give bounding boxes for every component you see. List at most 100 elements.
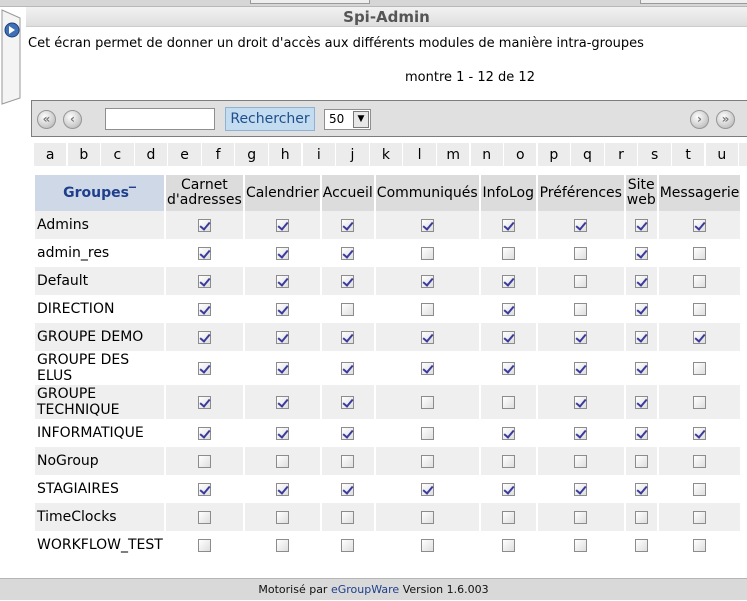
permission-checkbox[interactable]	[275, 361, 289, 375]
permission-checkbox[interactable]	[420, 454, 434, 468]
chevron-down-icon[interactable]: ▼	[353, 111, 369, 128]
permission-checkbox[interactable]	[501, 361, 515, 375]
permission-checkbox[interactable]	[420, 538, 434, 552]
letter-filter-d[interactable]: d	[134, 143, 168, 167]
sidebar-toggle-tab[interactable]	[0, 8, 26, 106]
permission-checkbox[interactable]	[420, 218, 434, 232]
permission-checkbox[interactable]	[420, 330, 434, 344]
permission-checkbox[interactable]	[634, 482, 648, 496]
per-page-select[interactable]: 50 ▼	[324, 109, 371, 130]
permission-checkbox[interactable]	[634, 426, 648, 440]
permission-checkbox[interactable]	[634, 302, 648, 316]
permission-checkbox[interactable]	[501, 510, 515, 524]
permission-checkbox[interactable]	[420, 426, 434, 440]
permission-checkbox[interactable]	[197, 426, 211, 440]
permission-checkbox[interactable]	[634, 246, 648, 260]
permission-checkbox[interactable]	[420, 482, 434, 496]
permission-checkbox[interactable]	[275, 330, 289, 344]
permission-checkbox[interactable]	[634, 454, 648, 468]
permission-checkbox[interactable]	[693, 302, 707, 316]
column-header-groupes[interactable]: Groupes▔	[35, 175, 164, 211]
permission-checkbox[interactable]	[341, 454, 355, 468]
permission-checkbox[interactable]	[634, 395, 648, 409]
letter-filter-a[interactable]: a	[34, 143, 67, 167]
letter-filter-h[interactable]: h	[269, 143, 302, 167]
permission-checkbox[interactable]	[574, 218, 588, 232]
permission-checkbox[interactable]	[693, 454, 707, 468]
permission-checkbox[interactable]	[501, 426, 515, 440]
permission-checkbox[interactable]	[420, 510, 434, 524]
letter-filter-q[interactable]: q	[571, 143, 604, 167]
permission-checkbox[interactable]	[693, 395, 707, 409]
permission-checkbox[interactable]	[574, 510, 588, 524]
permission-checkbox[interactable]	[634, 538, 648, 552]
permission-checkbox[interactable]	[275, 538, 289, 552]
permission-checkbox[interactable]	[275, 246, 289, 260]
permission-checkbox[interactable]	[275, 395, 289, 409]
permission-checkbox[interactable]	[574, 395, 588, 409]
letter-filter-c[interactable]: c	[101, 143, 134, 167]
permission-checkbox[interactable]	[197, 218, 211, 232]
permission-checkbox[interactable]	[341, 218, 355, 232]
permission-checkbox[interactable]	[341, 302, 355, 316]
permission-checkbox[interactable]	[420, 302, 434, 316]
permission-checkbox[interactable]	[420, 246, 434, 260]
permission-checkbox[interactable]	[574, 274, 588, 288]
permission-checkbox[interactable]	[634, 510, 648, 524]
permission-checkbox[interactable]	[275, 302, 289, 316]
permission-checkbox[interactable]	[197, 454, 211, 468]
permission-checkbox[interactable]	[693, 510, 707, 524]
permission-checkbox[interactable]	[634, 274, 648, 288]
letter-filter-s[interactable]: s	[638, 143, 671, 167]
permission-checkbox[interactable]	[341, 395, 355, 409]
permission-checkbox[interactable]	[275, 426, 289, 440]
permission-checkbox[interactable]	[197, 330, 211, 344]
letter-filter-i[interactable]: i	[302, 143, 336, 167]
permission-checkbox[interactable]	[501, 538, 515, 552]
letter-filter-o[interactable]: o	[504, 143, 537, 167]
permission-checkbox[interactable]	[574, 330, 588, 344]
permission-checkbox[interactable]	[341, 510, 355, 524]
permission-checkbox[interactable]	[197, 395, 211, 409]
permission-checkbox[interactable]	[275, 454, 289, 468]
permission-checkbox[interactable]	[197, 510, 211, 524]
permission-checkbox[interactable]	[341, 426, 355, 440]
permission-checkbox[interactable]	[341, 274, 355, 288]
letter-filter-l[interactable]: l	[403, 143, 436, 167]
search-input[interactable]	[105, 108, 215, 130]
letter-filter-m[interactable]: m	[436, 143, 470, 167]
permission-checkbox[interactable]	[275, 274, 289, 288]
letter-filter-k[interactable]: k	[369, 143, 403, 167]
permission-checkbox[interactable]	[341, 361, 355, 375]
permission-checkbox[interactable]	[501, 330, 515, 344]
permission-checkbox[interactable]	[693, 361, 707, 375]
permission-checkbox[interactable]	[197, 538, 211, 552]
permission-checkbox[interactable]	[634, 218, 648, 232]
permission-checkbox[interactable]	[574, 426, 588, 440]
permission-checkbox[interactable]	[634, 361, 648, 375]
permission-checkbox[interactable]	[574, 454, 588, 468]
permission-checkbox[interactable]	[197, 274, 211, 288]
letter-filter-u[interactable]: u	[705, 143, 738, 167]
permission-checkbox[interactable]	[275, 218, 289, 232]
permission-checkbox[interactable]	[501, 218, 515, 232]
search-button[interactable]: Rechercher	[225, 107, 315, 131]
permission-checkbox[interactable]	[341, 482, 355, 496]
letter-filter-n[interactable]: n	[470, 143, 503, 167]
permission-checkbox[interactable]	[693, 274, 707, 288]
permission-checkbox[interactable]	[693, 330, 707, 344]
permission-checkbox[interactable]	[341, 246, 355, 260]
letter-filter-g[interactable]: g	[235, 143, 268, 167]
permission-checkbox[interactable]	[693, 538, 707, 552]
first-page-icon[interactable]: «	[37, 110, 56, 129]
permission-checkbox[interactable]	[574, 361, 588, 375]
permission-checkbox[interactable]	[420, 274, 434, 288]
letter-filter-v[interactable]: v	[739, 143, 747, 167]
egroupware-link[interactable]: eGroupWare	[331, 583, 399, 596]
permission-checkbox[interactable]	[574, 302, 588, 316]
permission-checkbox[interactable]	[501, 395, 515, 409]
permission-checkbox[interactable]	[501, 482, 515, 496]
permission-checkbox[interactable]	[574, 246, 588, 260]
permission-checkbox[interactable]	[501, 274, 515, 288]
permission-checkbox[interactable]	[275, 510, 289, 524]
